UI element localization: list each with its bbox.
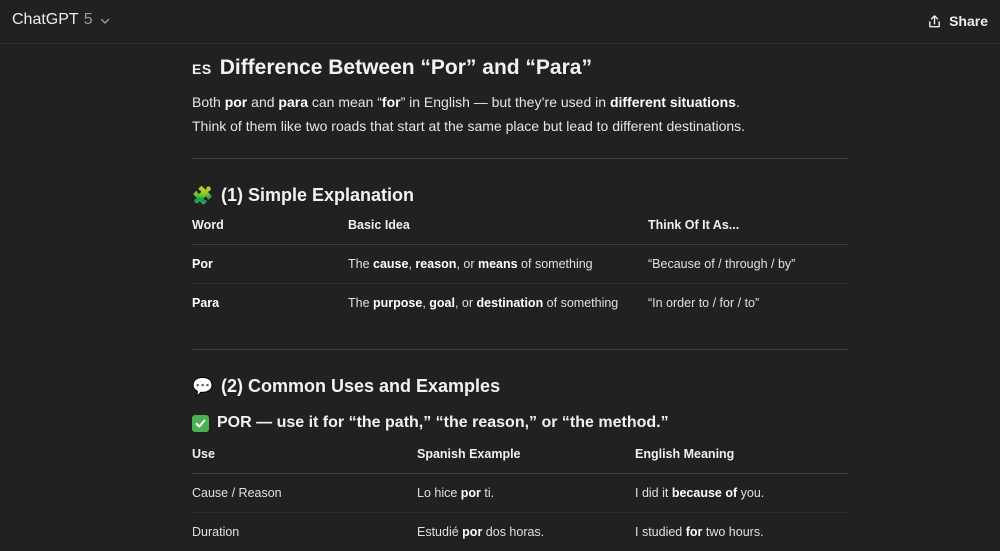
table-row: Para The purpose, goal, or destination o… <box>192 284 848 323</box>
model-name: ChatGPT <box>12 11 79 29</box>
column-header: English Meaning <box>635 447 848 474</box>
check-mark-icon <box>192 415 209 432</box>
explanation-table: Word Basic Idea Think Of It As... Por Th… <box>192 218 848 322</box>
table-cell-spanish: Estudié por dos horas. <box>417 513 635 551</box>
table-cell-idea: The purpose, goal, or destination of som… <box>348 284 648 323</box>
puzzle-piece-icon: 🧩 <box>192 186 212 206</box>
intro-paragraph: Both por and para can mean “for” in Engl… <box>192 90 848 138</box>
table-row: Por The cause, reason, or means of somet… <box>192 245 848 284</box>
table-cell-think: “Because of / through / by” <box>648 245 848 284</box>
model-selector-button[interactable]: ChatGPT 5 <box>12 11 111 29</box>
por-examples-table: Use Spanish Example English Meaning Caus… <box>192 447 848 551</box>
subheading-por: POR — use it for “the path,” “the reason… <box>192 414 669 432</box>
spain-flag-icon: ES <box>192 61 212 77</box>
table-cell-word: Para <box>192 284 348 323</box>
column-header: Use <box>192 447 417 474</box>
section-heading-text: (2) Common Uses and Examples <box>221 376 500 397</box>
table-cell-english: I did it because of you. <box>635 474 848 513</box>
table-row: Duration Estudié por dos horas. I studie… <box>192 513 848 551</box>
intro-line-2: Think of them like two roads that start … <box>192 114 848 138</box>
share-button[interactable]: Share <box>927 13 988 29</box>
table-cell-word: Por <box>192 245 348 284</box>
table-header-row: Word Basic Idea Think Of It As... <box>192 218 848 245</box>
share-label: Share <box>949 13 988 29</box>
speech-bubble-icon: 💬 <box>192 377 212 397</box>
table-cell-spanish: Lo hice por ti. <box>417 474 635 513</box>
share-icon <box>927 14 942 29</box>
article-title: ES Difference Between “Por” and “Para” <box>192 56 592 80</box>
model-version: 5 <box>84 11 93 29</box>
table-cell-think: “In order to / for / to” <box>648 284 848 323</box>
table-cell-english: I studied for two hours. <box>635 513 848 551</box>
column-header: Word <box>192 218 348 245</box>
section-heading-common-uses: 💬 (2) Common Uses and Examples <box>192 376 500 397</box>
column-header: Think Of It As... <box>648 218 848 245</box>
column-header: Spanish Example <box>417 447 635 474</box>
table-cell-use: Duration <box>192 513 417 551</box>
intro-line-1: Both por and para can mean “for” in Engl… <box>192 90 848 114</box>
table-cell-use: Cause / Reason <box>192 474 417 513</box>
article-title-text: Difference Between “Por” and “Para” <box>220 56 592 79</box>
table-cell-idea: The cause, reason, or means of something <box>348 245 648 284</box>
table-header-row: Use Spanish Example English Meaning <box>192 447 848 474</box>
section-heading-simple-explanation: 🧩 (1) Simple Explanation <box>192 185 414 206</box>
subheading-text: POR — use it for “the path,” “the reason… <box>217 414 669 432</box>
divider <box>192 349 848 350</box>
chevron-down-icon <box>99 15 111 27</box>
table-row: Cause / Reason Lo hice por ti. I did it … <box>192 474 848 513</box>
top-bar: ChatGPT 5 Share <box>0 0 1000 44</box>
divider <box>192 158 848 159</box>
column-header: Basic Idea <box>348 218 648 245</box>
section-heading-text: (1) Simple Explanation <box>221 185 414 206</box>
